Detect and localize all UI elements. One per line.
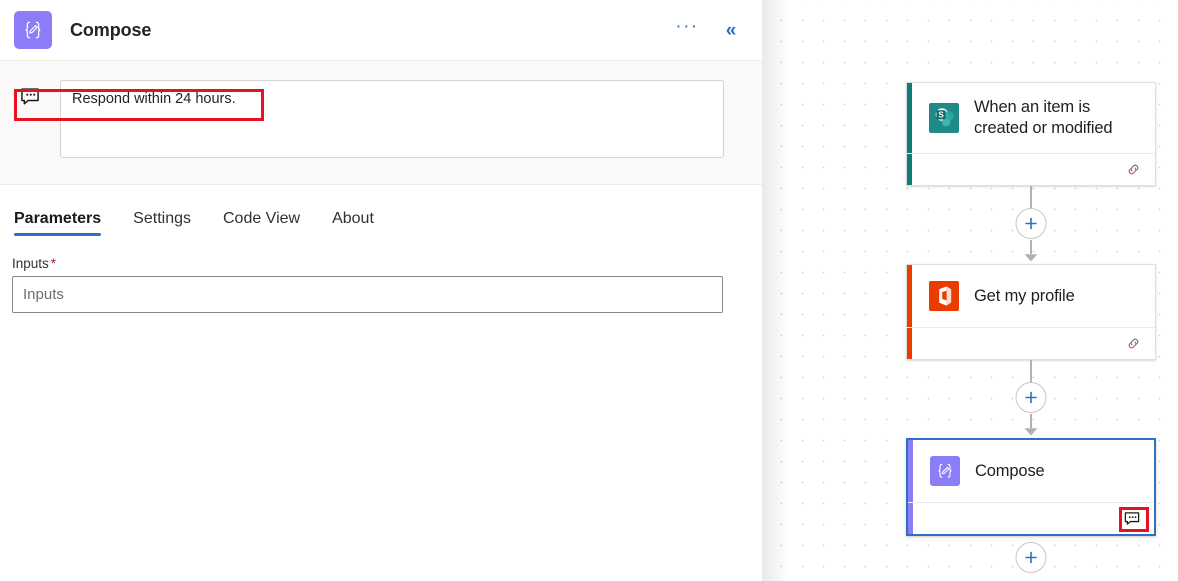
action-details-panel: Compose ··· « Parameters Settings Code V… (0, 0, 762, 581)
comment-icon[interactable] (1122, 509, 1142, 529)
flow-top-spacer (906, 0, 1156, 82)
panel-header: Compose ··· « (0, 0, 762, 60)
flow-node-when-an-item-is-created-or-modified[interactable]: S When an item is created or modified (906, 82, 1156, 186)
comment-input[interactable] (60, 80, 724, 158)
flow-connector-1 (906, 186, 1156, 264)
node-title: Compose (975, 461, 1045, 480)
insert-step-button-2[interactable] (1015, 382, 1047, 413)
tab-about[interactable]: About (316, 210, 390, 240)
inputs-input[interactable] (12, 276, 723, 313)
node-title: When an item is created or modified (974, 98, 1113, 137)
tab-settings[interactable]: Settings (117, 210, 207, 240)
flow-canvas[interactable]: S When an item is created or modified Ge… (762, 0, 1178, 581)
flow-node-get-my-profile[interactable]: Get my profile (906, 264, 1156, 360)
collapse-panel-button[interactable]: « (716, 17, 746, 43)
node-footer (908, 502, 1154, 534)
designer-root: Compose ··· « Parameters Settings Code V… (0, 0, 1178, 581)
parameters-form: Inputs * (0, 240, 762, 313)
office365-icon (929, 281, 959, 311)
comment-strip (0, 60, 762, 185)
tab-code-view[interactable]: Code View (207, 210, 316, 240)
flow-connector-3 (906, 536, 1156, 580)
inputs-label-text: Inputs (12, 256, 49, 271)
node-footer (907, 153, 1155, 185)
panel-tabs: Parameters Settings Code View About (0, 185, 762, 240)
tab-parameters[interactable]: Parameters (14, 210, 117, 240)
more-options-button[interactable]: ··· (672, 17, 702, 43)
compose-icon (930, 456, 960, 486)
svg-text:S: S (938, 110, 944, 119)
node-header: Get my profile (907, 265, 1155, 327)
link-icon[interactable] (1123, 160, 1143, 180)
comment-icon (0, 80, 60, 108)
connector-line (1030, 186, 1032, 210)
flow-connector-2 (906, 360, 1156, 438)
node-title: Get my profile (974, 286, 1075, 305)
node-footer (907, 327, 1155, 359)
compose-icon (14, 11, 52, 49)
canvas-edge-shadow (762, 0, 788, 581)
node-header: Compose (908, 440, 1154, 502)
node-header: S When an item is created or modified (907, 83, 1155, 153)
link-icon[interactable] (1123, 334, 1143, 354)
insert-step-button-1[interactable] (1015, 208, 1047, 239)
flow-node-compose[interactable]: Compose (906, 438, 1156, 536)
inputs-field-label: Inputs * (12, 256, 762, 271)
required-marker: * (50, 256, 57, 271)
page-title: Compose (70, 19, 152, 40)
flow-graph: S When an item is created or modified Ge… (906, 0, 1156, 580)
sharepoint-icon: S (929, 103, 959, 133)
insert-step-button-3[interactable] (1015, 542, 1047, 573)
connector-line (1030, 360, 1032, 384)
